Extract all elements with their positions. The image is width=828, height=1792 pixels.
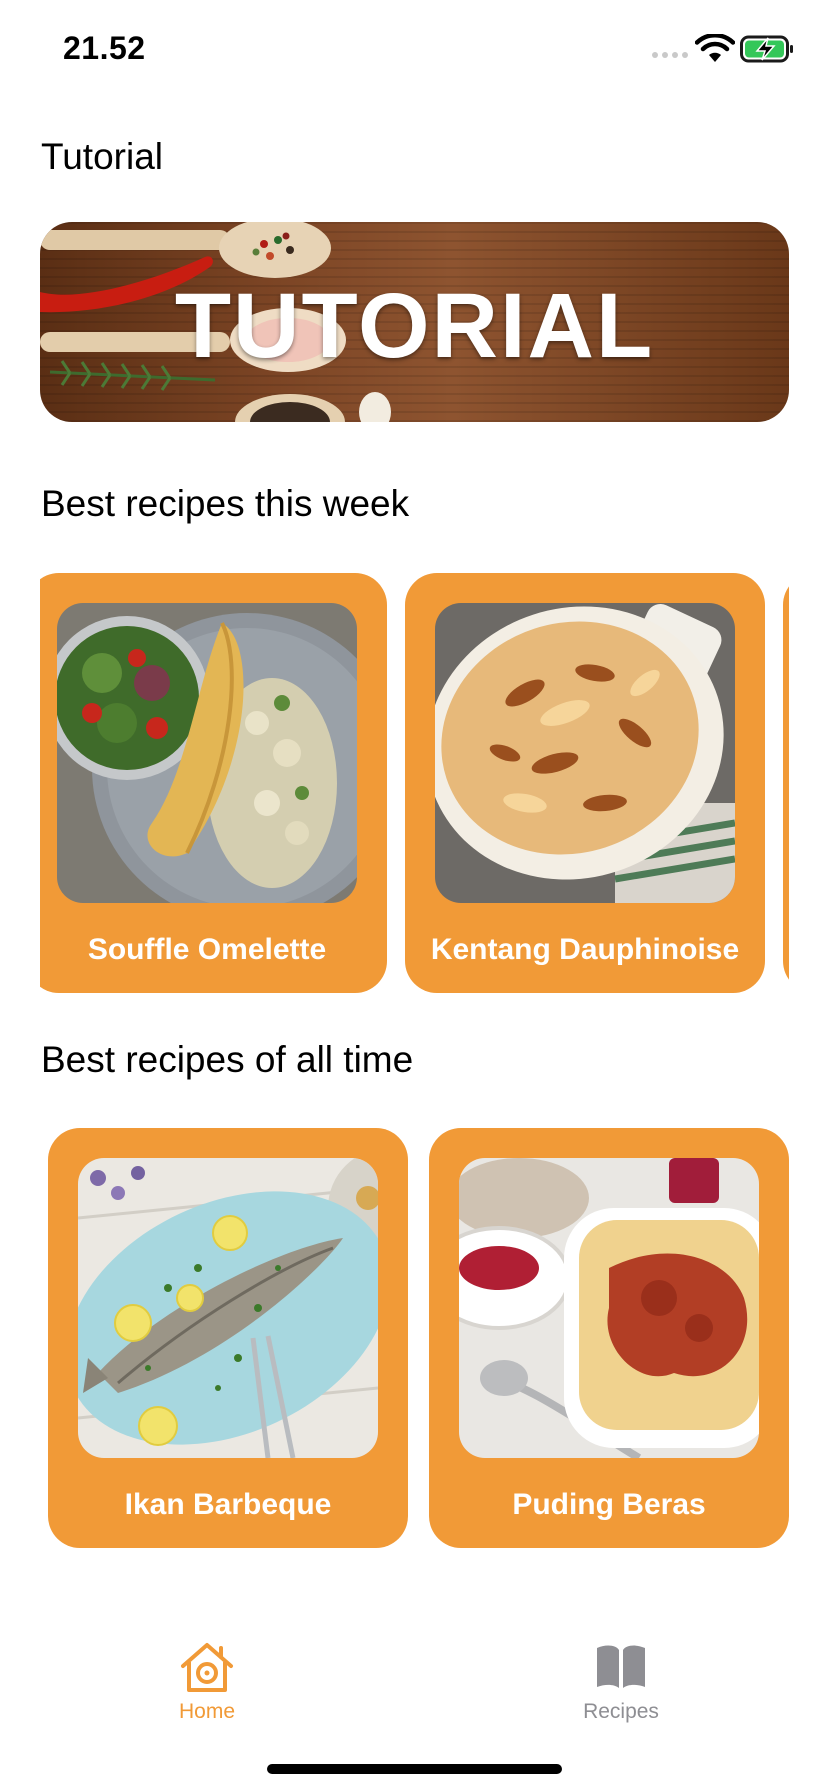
recipe-photo (57, 603, 357, 903)
tab-recipes[interactable]: Recipes (521, 1640, 721, 1724)
recipe-photo (435, 603, 735, 903)
recipe-card-kentang-dauphinoise[interactable]: Kentang Dauphinoise (405, 573, 765, 993)
best-week-heading: Best recipes this week (41, 483, 410, 524)
best-week-carousel[interactable]: Souffle Omelette Kentang Dauphinoise (40, 573, 789, 993)
recipe-card-next[interactable] (783, 573, 789, 993)
house-icon (181, 1643, 233, 1692)
recipe-name: Kentang Dauphinoise (430, 933, 740, 966)
tab-home-label: Home (178, 1700, 236, 1723)
recipe-card-souffle-omelette[interactable]: Souffle Omelette (40, 573, 387, 993)
battery-charging-icon (740, 35, 793, 63)
banner-text: TUTORIAL (174, 275, 655, 377)
tab-home[interactable]: Home (107, 1640, 307, 1724)
status-bar: 21.52 (0, 0, 828, 100)
tutorial-banner[interactable]: TUTORIAL (40, 222, 789, 422)
wifi-icon (695, 34, 735, 62)
recipe-card-puding-beras[interactable]: Puding Beras (429, 1128, 789, 1548)
recipe-photo (78, 1158, 378, 1458)
home-indicator[interactable] (267, 1764, 562, 1774)
recipe-photo (459, 1158, 759, 1458)
signal-icon (652, 52, 688, 58)
book-icon (597, 1645, 645, 1688)
tab-bar: Home Recipes (0, 1620, 828, 1740)
recipe-name: Ikan Barbeque (124, 1488, 332, 1521)
recipe-card-ikan-barbeque[interactable]: Ikan Barbeque (48, 1128, 408, 1548)
best-alltime-heading: Best recipes of all time (41, 1039, 414, 1080)
status-time: 21.52 (63, 30, 146, 66)
recipe-name: Puding Beras (512, 1488, 706, 1521)
tab-recipes-label: Recipes (583, 1700, 659, 1723)
recipe-name: Souffle Omelette (87, 933, 327, 966)
best-alltime-carousel[interactable]: Ikan Barbeque Puding Beras (40, 1128, 789, 1548)
tutorial-heading: Tutorial (41, 136, 164, 177)
